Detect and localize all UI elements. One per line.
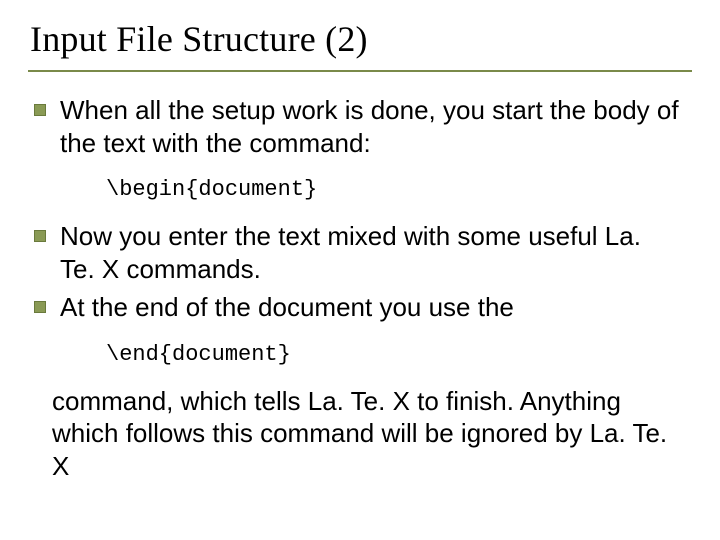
bullet-text: At the end of the document you use the: [60, 291, 514, 324]
square-bullet-icon: [34, 301, 46, 313]
tail-paragraph: command, which tells La. Te. X to finish…: [52, 385, 682, 483]
slide: Input File Structure (2) When all the se…: [0, 0, 720, 540]
slide-body: When all the setup work is done, you sta…: [28, 94, 692, 482]
code-begin-document: \begin{document}: [106, 177, 682, 202]
bullet-text: Now you enter the text mixed with some u…: [60, 220, 682, 285]
square-bullet-icon: [34, 230, 46, 242]
bullet-item: When all the setup work is done, you sta…: [34, 94, 682, 159]
bullet-item: At the end of the document you use the: [34, 291, 682, 324]
slide-title: Input File Structure (2): [28, 12, 692, 72]
code-end-document: \end{document}: [106, 342, 682, 367]
bullet-text: When all the setup work is done, you sta…: [60, 94, 682, 159]
square-bullet-icon: [34, 104, 46, 116]
bullet-item: Now you enter the text mixed with some u…: [34, 220, 682, 285]
